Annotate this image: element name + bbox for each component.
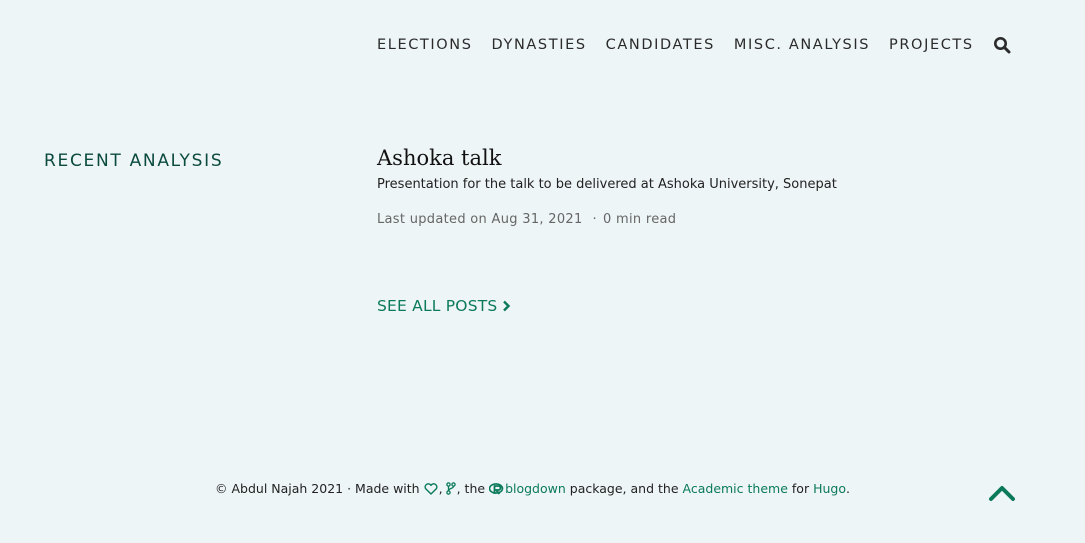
- post-meta: Last updated on Aug 31, 2021 · 0 min read: [377, 212, 977, 227]
- post-summary: Presentation for the talk to be delivere…: [377, 177, 837, 192]
- post-title[interactable]: Ashoka talk: [377, 146, 977, 170]
- footer-comma: ,: [438, 481, 443, 496]
- heart-icon: [424, 482, 438, 495]
- section-title: RECENT ANALYSIS: [44, 151, 224, 171]
- footer-copyright: © Abdul Najah 2021 · Made with: [215, 481, 420, 496]
- hugo-link[interactable]: Hugo: [813, 481, 846, 496]
- footer-for-text: for: [791, 481, 810, 496]
- nav-item-elections[interactable]: ELECTIONS: [377, 37, 473, 53]
- search-icon[interactable]: [993, 36, 1011, 54]
- main-nav: ELECTIONS DYNASTIES CANDIDATES MISC. ANA…: [377, 36, 1011, 54]
- meta-separator: ·: [592, 212, 597, 227]
- footer-package-text: package, and the: [569, 481, 679, 496]
- post-item: Ashoka talk Presentation for the talk to…: [377, 146, 977, 227]
- nav-item-candidates[interactable]: CANDIDATES: [606, 37, 715, 53]
- post-updated: Last updated on Aug 31, 2021: [377, 212, 583, 227]
- footer-period: .: [845, 481, 850, 496]
- footer-the: , the: [456, 481, 486, 496]
- blogdown-link[interactable]: blogdown: [505, 481, 566, 496]
- academic-theme-link[interactable]: Academic theme: [683, 481, 788, 496]
- code-branch-icon: [445, 482, 456, 495]
- nav-item-dynasties[interactable]: DYNASTIES: [492, 37, 587, 53]
- see-all-posts-link[interactable]: SEE ALL POSTS: [377, 297, 511, 315]
- r-logo-icon: [489, 482, 504, 495]
- see-all-label: SEE ALL POSTS: [377, 297, 498, 315]
- back-to-top-icon[interactable]: [988, 483, 1016, 503]
- post-read-time: 0 min read: [602, 212, 677, 227]
- page: ELECTIONS DYNASTIES CANDIDATES MISC. ANA…: [0, 0, 1085, 543]
- footer: © Abdul Najah 2021 · Made with , , the b…: [215, 481, 850, 496]
- chevron-right-icon: [502, 300, 511, 312]
- nav-item-misc-analysis[interactable]: MISC. ANALYSIS: [734, 37, 870, 53]
- nav-item-projects[interactable]: PROJECTS: [889, 37, 974, 53]
